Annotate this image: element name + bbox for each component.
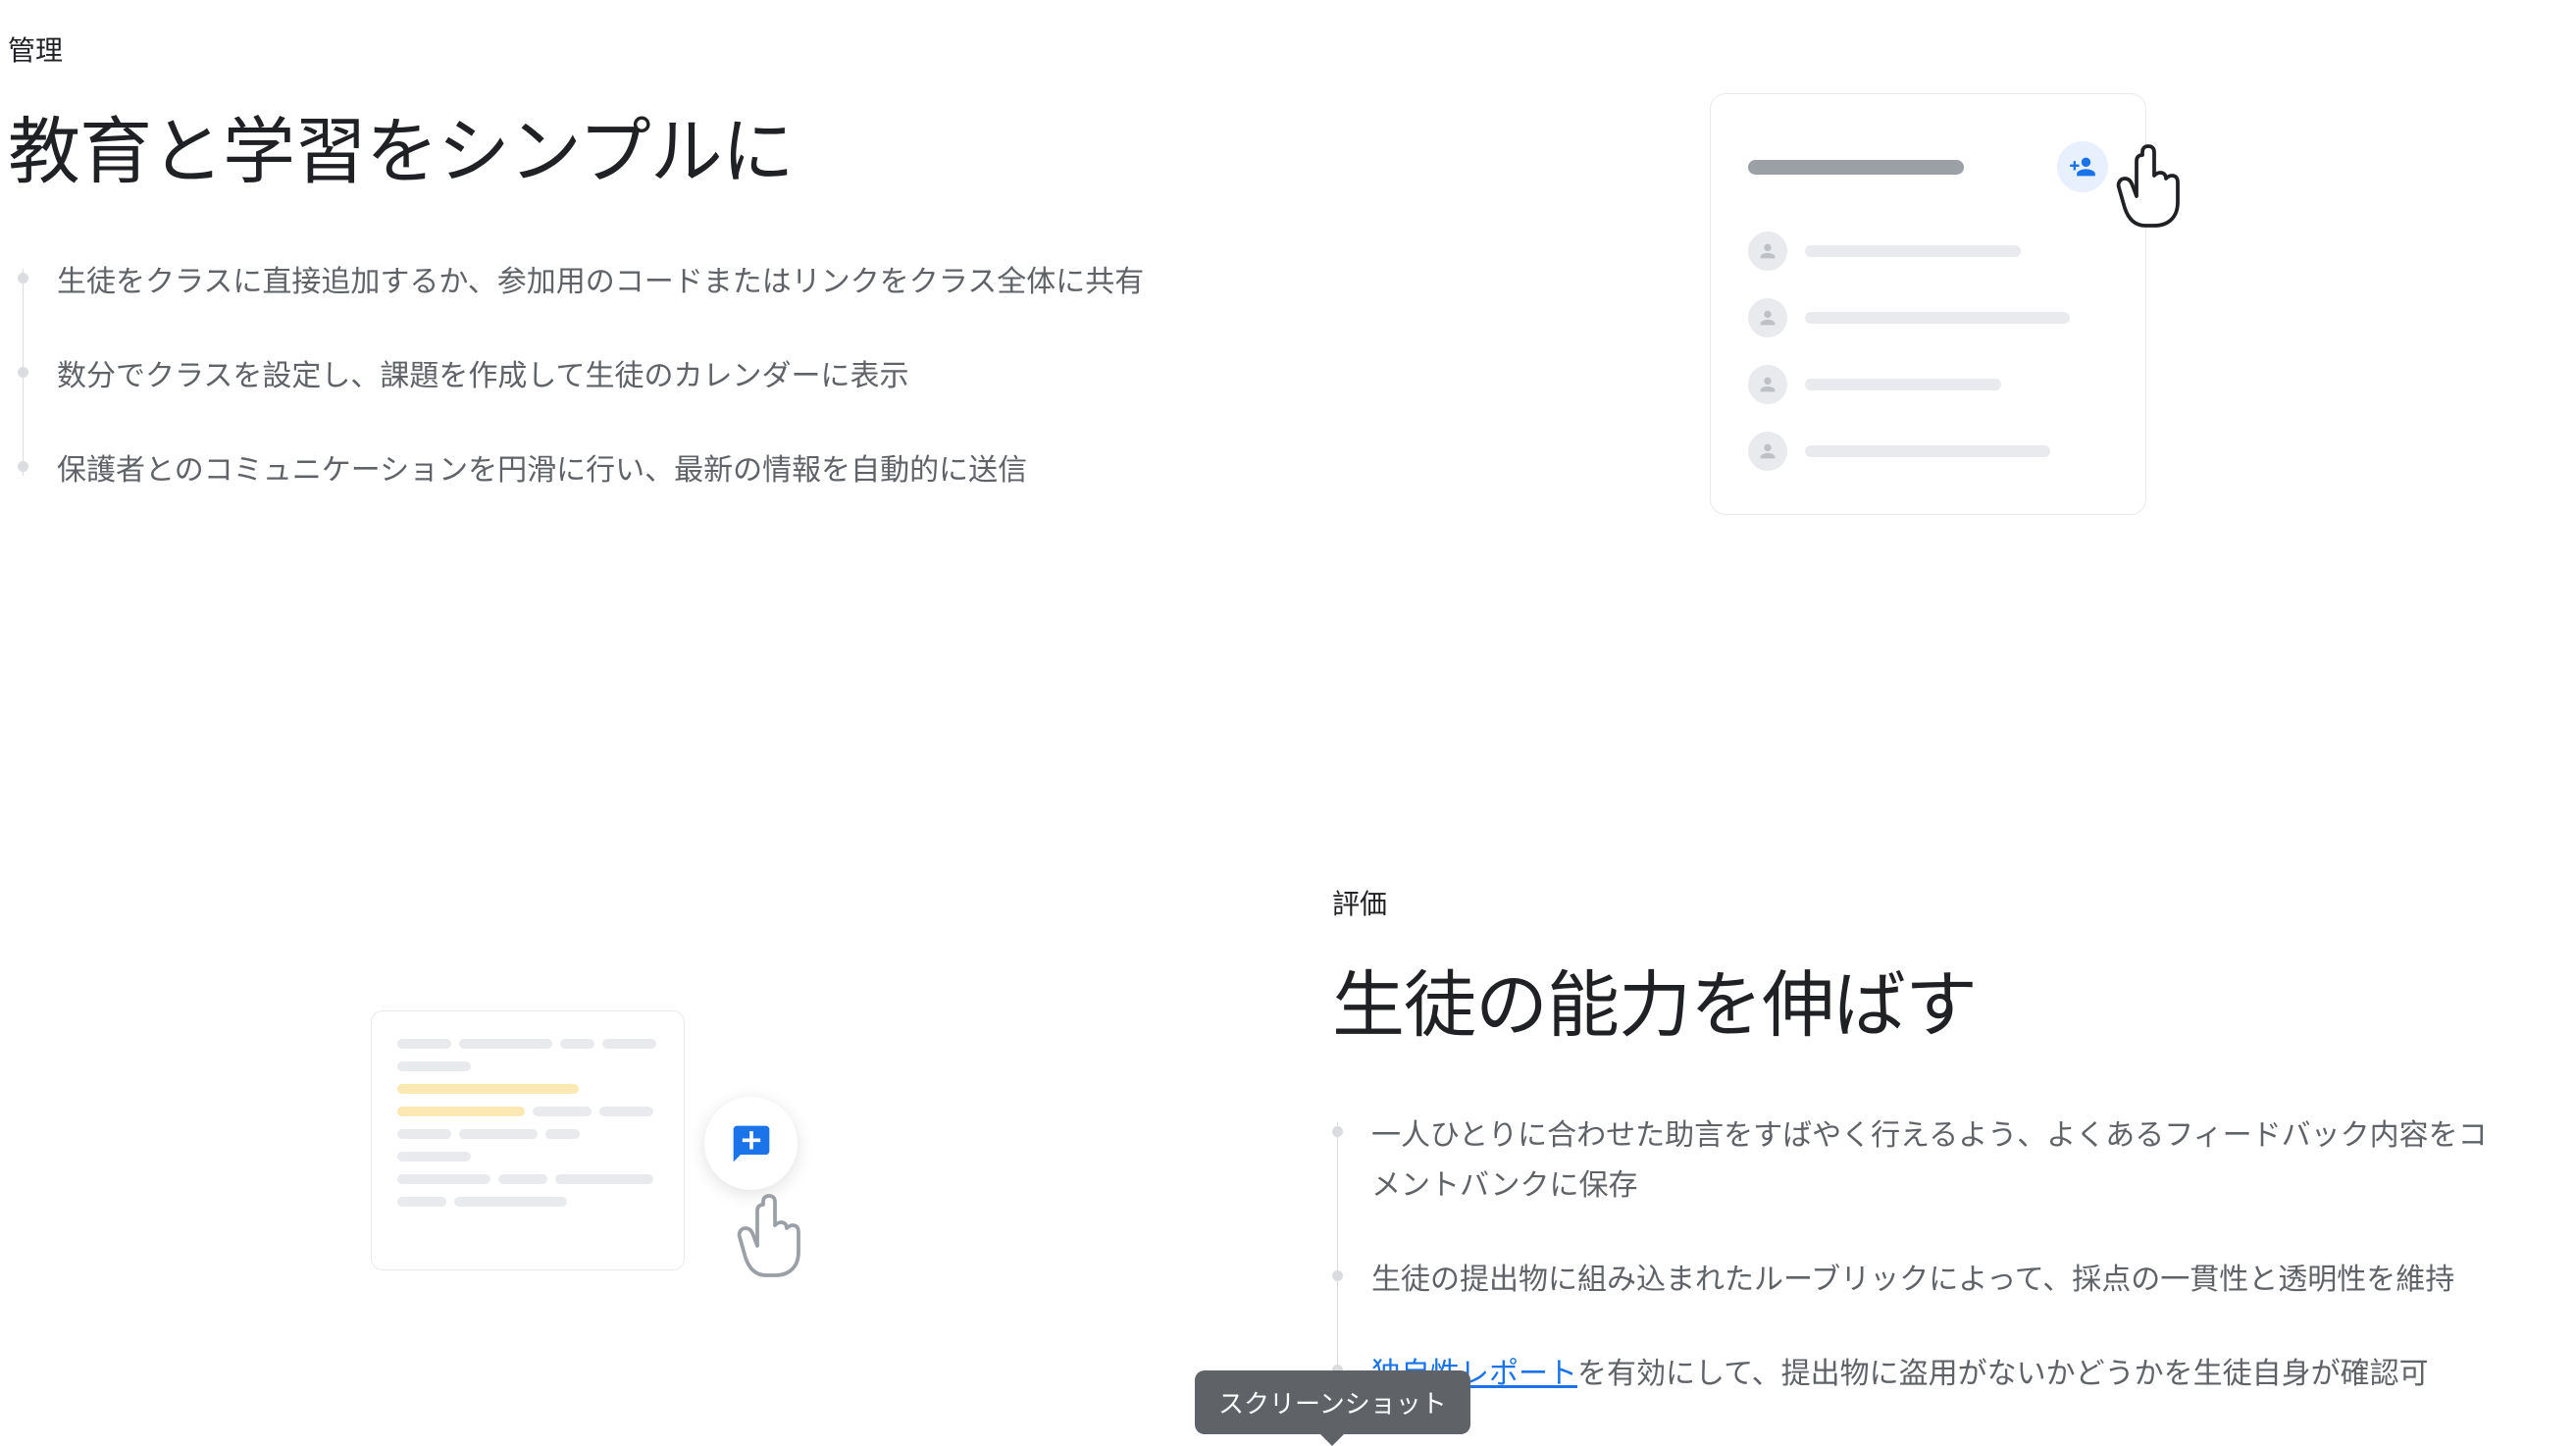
add-comment-icon [730,1122,773,1165]
people-list-illustration [1710,93,2146,515]
card-header [1748,141,2108,192]
person-row [1748,432,2108,471]
section-manage: 管理 教育と学習をシンプルに 生徒をクラスに直接追加するか、参加用のコードまたは… [8,29,2558,540]
document-card [371,1010,685,1270]
add-comment-button [704,1097,798,1190]
section-eyebrow: 評価 [1332,883,2558,922]
section-evaluate: 評価 生徒の能力を伸ばす 一人ひとりに合わせた助言をすばやく行えるよう、よくある… [8,883,2558,1443]
list-item: 数分でクラスを設定し、課題を作成して生徒のカレンダーに表示 [18,351,1175,401]
placeholder-title [1748,160,1964,175]
person-icon [1757,307,1778,329]
placeholder-line [1805,379,2001,390]
person-icon [1757,374,1778,395]
avatar [1748,298,1787,337]
document-comment-illustration [371,1010,861,1270]
placeholder-line [1805,312,2070,324]
avatar [1748,365,1787,404]
person-row [1748,298,2108,337]
placeholder-line [1805,445,2050,457]
list-item: 一人ひとりに合わせた助言をすばやく行えるよう、よくあるフィードバック内容をコメン… [1332,1110,2509,1211]
people-card [1710,93,2146,515]
person-icon [1757,240,1778,262]
person-row [1748,365,2108,404]
list-item-tail: を有効にして、提出物に盗用がないかどうかを生徒自身が確認可 [1577,1358,2429,1390]
feature-list: 一人ひとりに合わせた助言をすばやく行えるよう、よくあるフィードバック内容をコメン… [1332,1110,2558,1399]
person-add-icon [2069,153,2096,181]
feature-list: 生徒をクラスに直接追加するか、参加用のコードまたはリンクをクラス全体に共有 数分… [18,257,2558,495]
section-heading: 生徒の能力を伸ばす [1332,947,2558,1052]
add-person-button [2057,141,2108,192]
list-item: 保護者とのコミュニケーションを円滑に行い、最新の情報を自動的に送信 [18,445,1175,495]
screenshot-tooltip: スクリーンショット [1195,1370,1470,1434]
list-item: 独自性レポートを有効にして、提出物に盗用がないかどうかを生徒自身が確認可 [1332,1349,2509,1399]
avatar [1748,232,1787,271]
pointer-hand-icon [2113,142,2184,237]
section-eyebrow: 管理 [8,29,2558,69]
person-row [1748,232,2108,271]
person-icon [1757,440,1778,462]
list-item: 生徒の提出物に組み込まれたルーブリックによって、採点の一貫性と透明性を維持 [1332,1255,2509,1305]
avatar [1748,432,1787,471]
placeholder-line [1805,245,2021,257]
list-item: 生徒をクラスに直接追加するか、参加用のコードまたはリンクをクラス全体に共有 [18,257,1175,307]
pointer-hand-icon [734,1192,804,1287]
